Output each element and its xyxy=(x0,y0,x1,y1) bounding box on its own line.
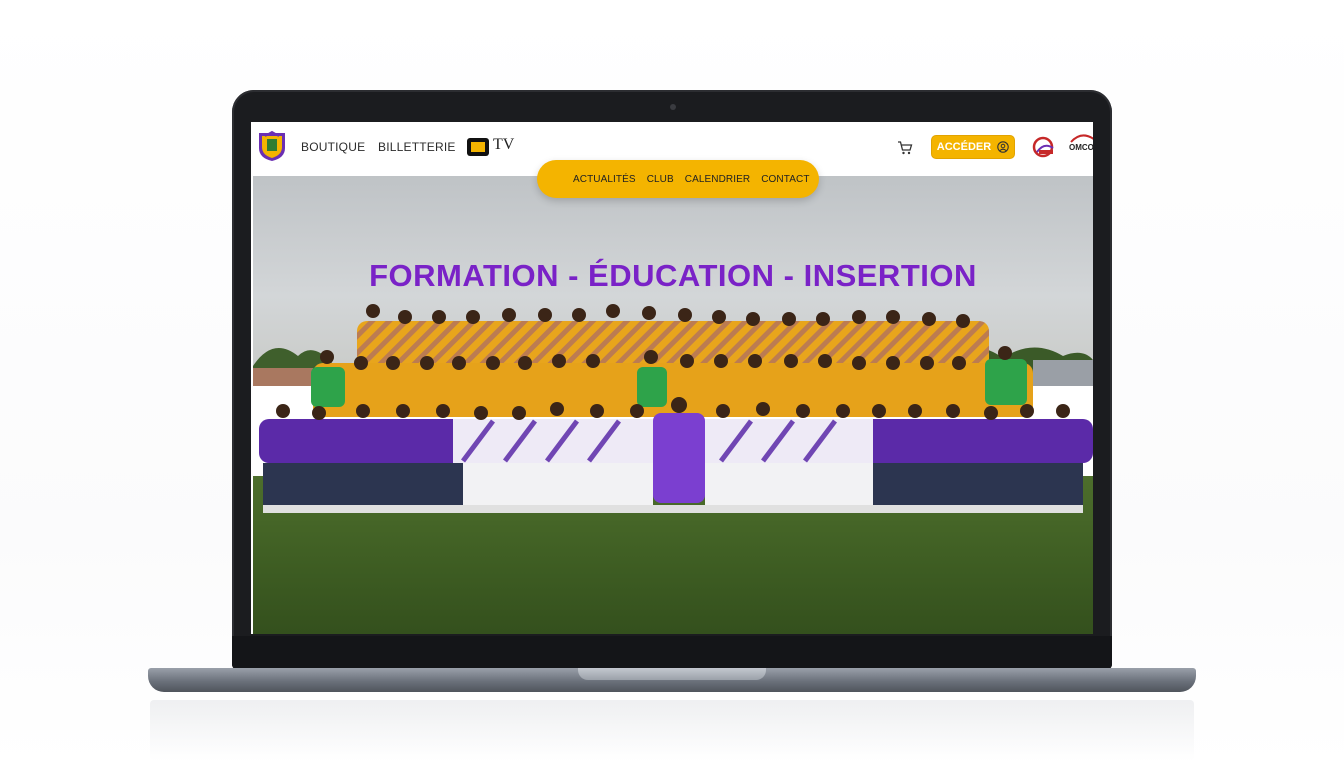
acceder-button[interactable]: ACCÉDER xyxy=(931,135,1015,159)
main-nav-pill: ACTUALITÉS CLUB CALENDRIER CONTACT xyxy=(537,160,819,198)
sponsor-omco-text: OMCO xyxy=(1069,143,1093,152)
camera-dot xyxy=(670,104,676,110)
nav-boutique-link[interactable]: BOUTIQUE xyxy=(301,140,365,154)
laptop-bezel-chin xyxy=(232,636,1112,670)
nav-actualites-link[interactable]: ACTUALITÉS xyxy=(573,174,636,185)
laptop-screen: BOUTIQUE BILLETTERIE TV ACCÉDER OMCO FOR… xyxy=(251,122,1093,634)
hero-banner: FORMATION - ÉDUCATION - INSERTION xyxy=(253,176,1093,634)
laptop-lid: BOUTIQUE BILLETTERIE TV ACCÉDER OMCO FOR… xyxy=(232,90,1112,670)
nav-contact-link[interactable]: CONTACT xyxy=(761,174,809,185)
sponsor-logo-icon[interactable] xyxy=(1031,134,1057,160)
sponsor-omco-logo[interactable]: OMCO xyxy=(1067,132,1093,162)
cart-icon[interactable] xyxy=(897,140,913,156)
laptop-base xyxy=(148,668,1196,692)
team-photo xyxy=(259,304,1093,513)
laptop-open-notch xyxy=(578,668,766,680)
hero-headline: FORMATION - ÉDUCATION - INSERTION xyxy=(369,258,977,293)
nav-billetterie-link[interactable]: BILLETTERIE xyxy=(378,140,456,154)
user-icon xyxy=(997,141,1009,153)
laptop-reflection xyxy=(150,700,1194,760)
club-crest-icon[interactable] xyxy=(257,130,287,162)
tv-label[interactable]: TV xyxy=(493,136,514,154)
acceder-label: ACCÉDER xyxy=(936,141,992,153)
nav-calendrier-link[interactable]: CALENDRIER xyxy=(685,174,750,185)
nav-club-link[interactable]: CLUB xyxy=(647,174,674,185)
